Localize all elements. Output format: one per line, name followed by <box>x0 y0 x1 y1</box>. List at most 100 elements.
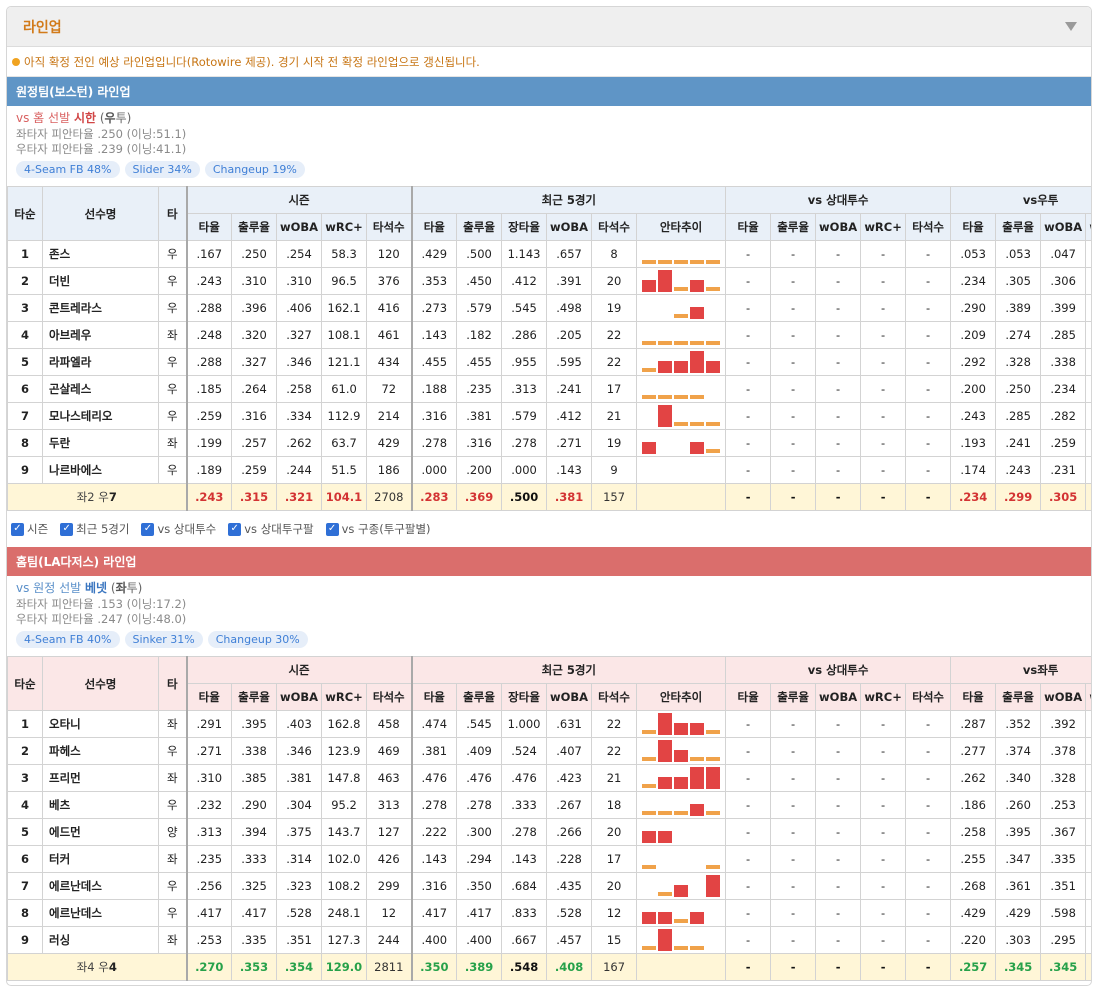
recent-stat: 17 <box>591 845 638 873</box>
player-name[interactable]: 프리먼 <box>42 764 159 792</box>
player-name[interactable]: 라파엘라 <box>42 348 159 376</box>
table-row[interactable]: 8 두란 좌 .199.257.262 63.7 429.278.316.278.271 1… <box>7 429 1091 457</box>
recent-stat: .524 <box>501 737 548 765</box>
season-stat: .333 <box>231 845 277 873</box>
vs-pitcher-stat: - <box>905 321 952 349</box>
table-row[interactable]: 2 더빈 우 .243.310.310 96.5 376.353.450.412.391 2… <box>7 267 1091 295</box>
split-stat: .053 <box>995 240 1042 268</box>
checkbox-checked-icon[interactable]: ✓ <box>141 522 155 536</box>
bat-hand: 우 <box>158 348 187 376</box>
player-name[interactable]: 존스 <box>42 240 159 268</box>
filter-checkbox-item[interactable]: ✓ vs 구종(투구팔별) <box>325 521 431 537</box>
player-name[interactable]: 에르난데스 <box>42 899 159 927</box>
table-row[interactable]: 9 나르바에스 우 .189.259.244 51.5 186.000.200.000.1… <box>7 456 1091 484</box>
checkbox-checked-icon[interactable]: ✓ <box>11 522 24 536</box>
season-stat: 127 <box>365 818 413 846</box>
table-row[interactable]: 6 터커 좌 .235.333.314 102.0 426.143.294.143.228… <box>7 845 1091 873</box>
season-stat: .313 <box>185 818 232 846</box>
player-name[interactable]: 에드먼 <box>42 818 159 846</box>
player-name[interactable]: 두란 <box>42 429 159 457</box>
player-name[interactable]: 더빈 <box>42 267 159 295</box>
recent-stat: .667 <box>501 926 548 954</box>
table-row[interactable]: 1 존스 우 .167.250.254 58.3 120.429.500 1.143.657… <box>7 240 1091 268</box>
pitch-chip[interactable]: 4-Seam FB 40% <box>16 631 120 648</box>
lineup-notice: 아직 확정 전인 예상 라인업입니다(Rotowire 제공). 경기 시작 전… <box>7 47 1091 77</box>
pitch-chip[interactable]: Slider 34% <box>124 161 200 178</box>
away-pitcher-name[interactable]: 시한 <box>74 111 96 125</box>
pitch-chip[interactable]: 4-Seam FB 48% <box>16 161 120 178</box>
vs-pitcher-stat: - <box>860 791 907 819</box>
season-stat: .259 <box>185 402 232 430</box>
table-row[interactable]: 8 에르난데스 우 .417.417.528 248.1 12.417.417.833.5… <box>7 899 1091 927</box>
pitch-chip[interactable]: Changeup 19% <box>204 161 305 178</box>
filter-checkbox-item[interactable]: ✓ vs 상대투수 <box>141 521 216 537</box>
checkbox-checked-icon[interactable]: ✓ <box>60 522 74 536</box>
split-stat: 89.1 <box>1085 926 1091 954</box>
table-row[interactable]: 3 프리먼 좌 .310.385.381 147.8 463.476.476.476.42… <box>7 764 1091 792</box>
notice-text: 아직 확정 전인 예상 라인업입니다(Rotowire 제공). 경기 시작 전… <box>24 54 480 69</box>
collapse-caret-icon[interactable] <box>1065 22 1077 31</box>
player-name[interactable]: 곤살레스 <box>42 375 159 403</box>
recent-stat: .545 <box>456 710 503 738</box>
split-stat: .258 <box>950 818 997 846</box>
recent-stat: .455 <box>456 348 503 376</box>
season-stat: 12 <box>365 899 413 927</box>
filter-checkbox-item[interactable]: ✓ vs 상대투구팔 <box>228 521 314 537</box>
season-stat: .310 <box>276 267 322 295</box>
season-stat: 162.8 <box>321 710 367 738</box>
trend-bar <box>690 757 705 761</box>
player-name[interactable]: 베츠 <box>42 791 159 819</box>
player-name[interactable]: 모나스테리오 <box>42 402 159 430</box>
filter-checkbox-item[interactable]: ✓ 최근 5경기 <box>60 521 129 537</box>
season-stat: 120 <box>365 240 413 268</box>
table-row[interactable]: 5 에드먼 양 .313.394.375 143.7 127.222.300.278.26… <box>7 818 1091 846</box>
trend-bar <box>658 405 673 427</box>
vs-pitcher-stat: - <box>860 240 907 268</box>
split-stat: .193 <box>950 429 997 457</box>
group-season: 시즌 <box>185 656 413 684</box>
player-name[interactable]: 나르바에스 <box>42 456 159 484</box>
table-row[interactable]: 4 베츠 우 .232.290.304 95.2 313.278.278.333.267 1… <box>7 791 1091 819</box>
trend-bar <box>674 422 689 426</box>
checkbox-checked-icon[interactable]: ✓ <box>228 522 242 536</box>
pitch-chip[interactable]: Sinker 31% <box>124 631 203 648</box>
table-row[interactable]: 7 모나스테리오 우 .259.316.334 112.9 214.316.381.579… <box>7 402 1091 430</box>
trend-bar <box>674 723 689 735</box>
split-stat: .374 <box>995 737 1042 765</box>
season-stat: 63.7 <box>321 429 367 457</box>
table-row[interactable]: 4 아브레우 좌 .248.320.327 108.1 461.143.182.286.2… <box>7 321 1091 349</box>
recent-stat: .579 <box>501 402 548 430</box>
player-name[interactable]: 파헤스 <box>42 737 159 765</box>
table-row[interactable]: 9 러싱 좌 .253.335.351 127.3 244.400.400.667.457… <box>7 926 1091 954</box>
recent-stat: .278 <box>501 818 548 846</box>
recent-stat: .455 <box>410 348 458 376</box>
home-team-title: 홈팀(LA다저스) 라인업 <box>16 555 137 569</box>
panel-header[interactable]: 라인업 <box>7 7 1091 47</box>
table-row[interactable]: 3 콘트레라스 우 .288.396.406 162.1 416.273.579.545.… <box>7 294 1091 322</box>
player-name[interactable]: 오타니 <box>42 710 159 738</box>
table-row[interactable]: 2 파헤스 우 .271.338.346 123.9 469.381.409.524.40… <box>7 737 1091 765</box>
player-name[interactable]: 에르난데스 <box>42 872 159 900</box>
trend-bar <box>690 767 705 789</box>
table-row[interactable]: 6 곤살레스 우 .185.264.258 61.0 72.188.235.313.241… <box>7 375 1091 403</box>
vs-pitcher-stat: - <box>770 764 817 792</box>
recent-stat: 8 <box>591 240 638 268</box>
pitch-chip[interactable]: Changeup 30% <box>207 631 308 648</box>
recent-stat: .457 <box>546 926 593 954</box>
filter-checkbox-item[interactable]: ✓ 시즌 <box>11 521 48 537</box>
home-pitcher-name[interactable]: 베넷 <box>85 581 107 595</box>
table-row[interactable]: 1 오타니 좌 .291.395.403 162.8 458.474.545 1.000.6… <box>7 710 1091 738</box>
table-row[interactable]: 5 라파엘라 우 .288.327.346 121.1 434.455.455.955.5… <box>7 348 1091 376</box>
table-row[interactable]: 7 에르난데스 우 .256.325.323 108.2 299.316.350.684.… <box>7 872 1091 900</box>
recent-stat: .381 <box>456 402 503 430</box>
player-name[interactable]: 터커 <box>42 845 159 873</box>
player-name[interactable]: 러싱 <box>42 926 159 954</box>
hit-trend-sparkline <box>638 740 725 762</box>
vs-pitcher-stat: - <box>770 402 817 430</box>
season-stat: 51.5 <box>321 456 367 484</box>
player-name[interactable]: 아브레우 <box>42 321 159 349</box>
checkbox-checked-icon[interactable]: ✓ <box>325 522 339 536</box>
season-stat: .232 <box>185 791 232 819</box>
vs-pitcher-stat: - <box>725 267 772 295</box>
player-name[interactable]: 콘트레라스 <box>42 294 159 322</box>
